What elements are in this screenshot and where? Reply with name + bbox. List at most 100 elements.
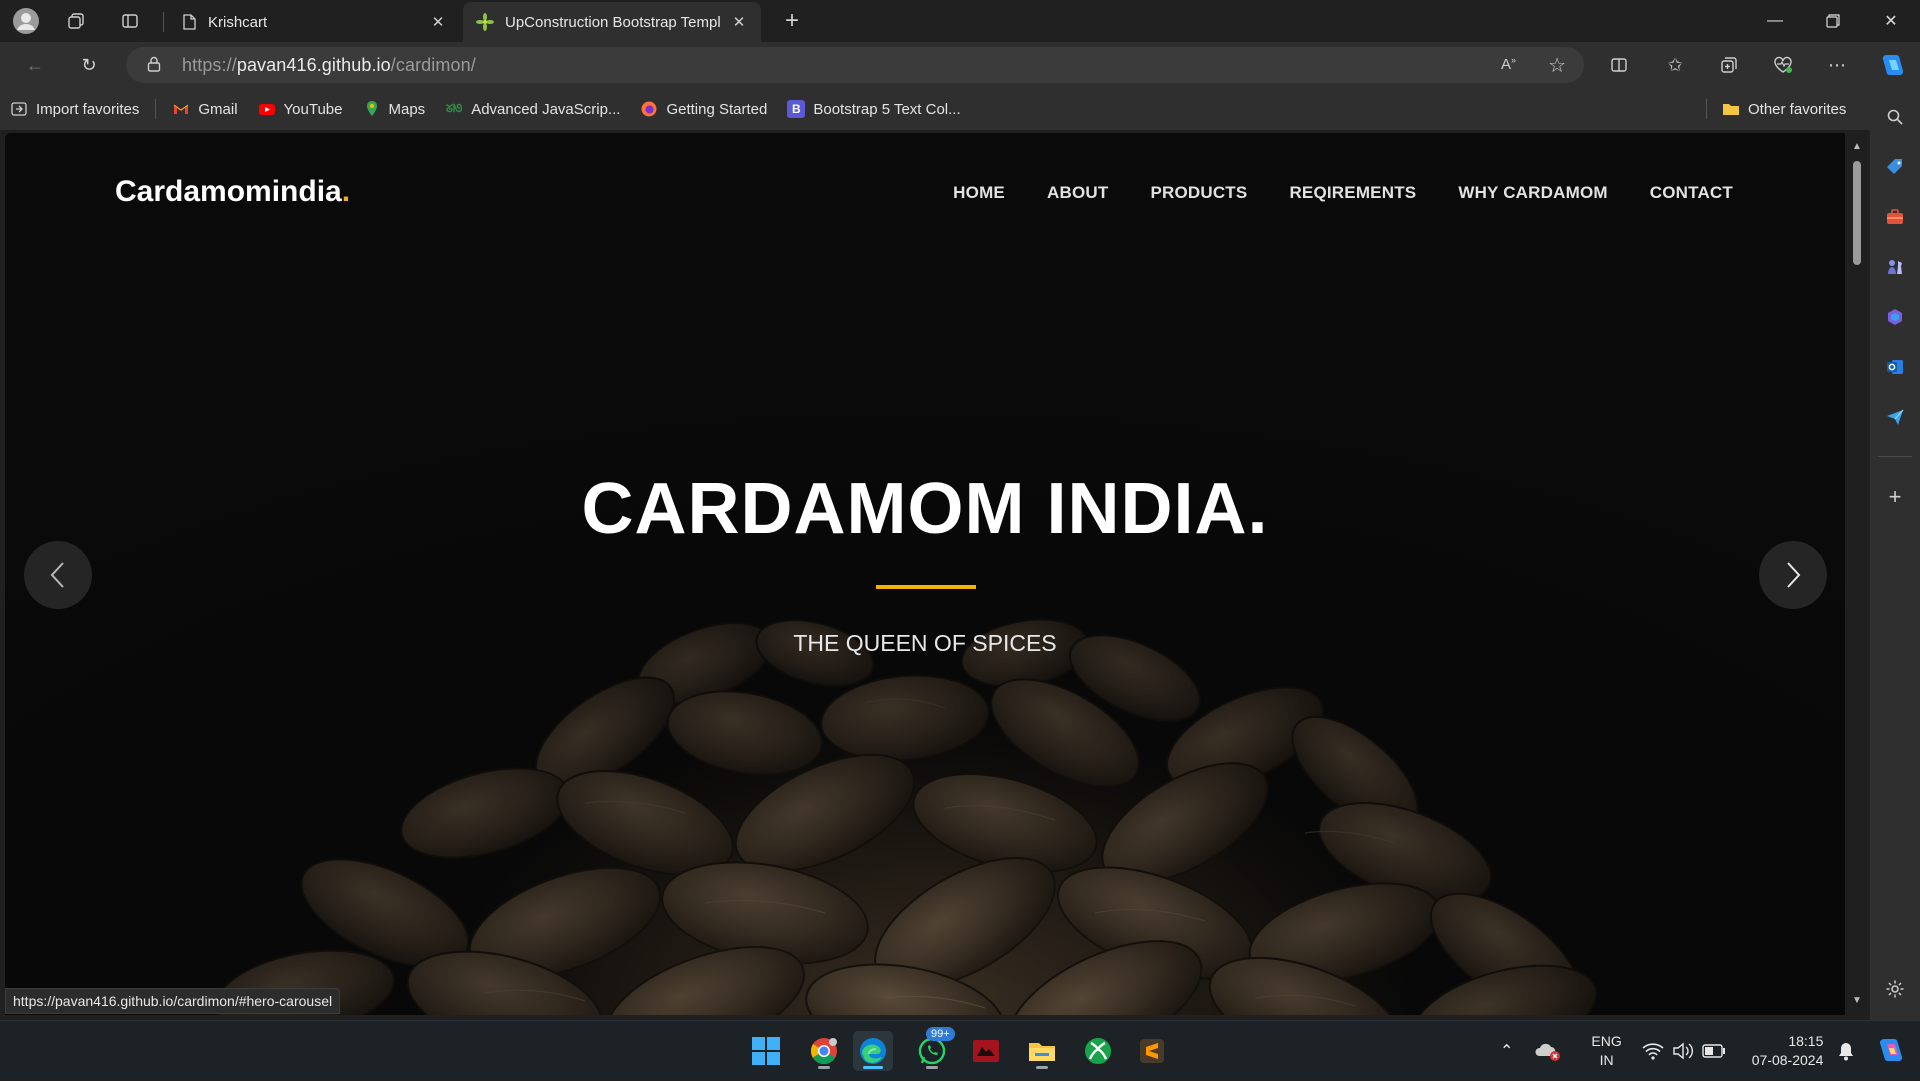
taskbar-edge[interactable] (853, 1031, 893, 1071)
scroll-thumb[interactable] (1853, 161, 1861, 265)
back-button[interactable]: ← (18, 50, 52, 80)
favorite-youtube[interactable]: YouTube (248, 94, 353, 124)
sidebar-add-button[interactable]: + (1880, 482, 1910, 512)
carousel-prev-button[interactable] (24, 541, 92, 609)
heart-pulse-icon (1774, 56, 1792, 73)
favorite-bootstrap-text-colors[interactable]: B Bootstrap 5 Text Col... (777, 94, 970, 124)
sidebar-microsoft365-button[interactable] (1880, 302, 1910, 332)
favorite-label: YouTube (283, 100, 343, 118)
vertical-tabs-icon (122, 14, 138, 28)
scroll-up-icon[interactable]: ▲ (1851, 141, 1863, 153)
url-text[interactable]: https://pavan416.github.io/cardimon/ (182, 55, 476, 76)
page-viewport: Cardamomindia. HOME ABOUT PRODUCTS REQIR… (5, 133, 1845, 1015)
nav-products[interactable]: PRODUCTS (1150, 183, 1247, 203)
page-scrollbar[interactable]: ▲ ▼ (1846, 133, 1868, 1015)
clock-date: 07-08-2024 (1751, 1052, 1824, 1068)
other-favorites-folder[interactable]: Other favorites (1712, 94, 1856, 124)
nav-requirements[interactable]: REQIREMENTS (1289, 183, 1416, 203)
running-indicator (818, 1066, 830, 1069)
xbox-icon (1085, 1038, 1111, 1064)
close-icon: ✕ (1884, 13, 1898, 30)
nav-contact[interactable]: CONTACT (1650, 183, 1733, 203)
sidebar-settings-button[interactable] (1880, 974, 1910, 1004)
taskbar-file-explorer[interactable] (1022, 1031, 1062, 1071)
taskbar-chrome[interactable] (804, 1031, 844, 1071)
input-language[interactable]: ENG IN (1591, 1032, 1621, 1070)
url-scheme: https:// (182, 54, 237, 75)
copilot-icon[interactable] (1875, 1036, 1905, 1066)
tab-actions-button[interactable] (114, 6, 146, 36)
chrome-icon (810, 1038, 837, 1065)
firefox-icon (641, 101, 657, 117)
favorites-icon: ✩ (1667, 54, 1683, 75)
favorite-gmail[interactable]: Gmail (162, 94, 247, 124)
hero-divider (876, 585, 976, 589)
tab-upconstruction[interactable]: UpConstruction Bootstrap Templ ✕ (463, 2, 761, 42)
active-indicator (863, 1066, 883, 1069)
taskbar-app[interactable] (966, 1031, 1006, 1071)
sidebar-shopping-button[interactable] (1880, 152, 1910, 182)
nav-about[interactable]: ABOUT (1047, 183, 1108, 203)
battery-icon[interactable] (1702, 1044, 1726, 1058)
copilot-button[interactable] (1875, 50, 1909, 80)
start-button[interactable] (746, 1031, 786, 1071)
plus-icon: + (784, 7, 799, 34)
sidebar-search-button[interactable] (1880, 102, 1910, 132)
site-logo[interactable]: Cardamomindia. (115, 175, 350, 209)
onedrive-icon[interactable] (1535, 1040, 1561, 1062)
close-icon[interactable]: ✕ (428, 13, 448, 31)
volume-icon[interactable] (1672, 1042, 1694, 1060)
more-options-button[interactable]: ⋯ (1820, 50, 1854, 80)
scroll-down-icon[interactable]: ▼ (1851, 995, 1863, 1007)
carousel-next-button[interactable] (1759, 541, 1827, 609)
show-hidden-icons-button[interactable]: ⌃ (1500, 1041, 1513, 1061)
taskbar-xbox[interactable] (1078, 1031, 1118, 1071)
favorite-maps[interactable]: Maps (353, 94, 436, 124)
windows-taskbar: 99+ ⌃ ENG IN 18:15 07-08-2024 (0, 1020, 1920, 1080)
sidebar-tools-button[interactable] (1880, 202, 1910, 232)
close-icon[interactable]: ✕ (729, 13, 749, 31)
close-window-button[interactable]: ✕ (1862, 0, 1920, 42)
workspaces-icon (68, 13, 84, 29)
nav-why-cardamom[interactable]: WHY CARDAMOM (1458, 183, 1607, 203)
browser-essentials-button[interactable] (1766, 50, 1800, 80)
sidebar-separator (1878, 456, 1912, 457)
tab-title: Krishcart (208, 13, 268, 31)
tab-krishcart[interactable]: Krishcart ✕ (168, 2, 460, 42)
minimize-button[interactable]: — (1746, 0, 1804, 42)
lock-icon[interactable] (134, 56, 174, 75)
restore-button[interactable] (1804, 0, 1862, 42)
split-screen-button[interactable] (1602, 50, 1636, 80)
read-aloud-icon[interactable]: A» (1501, 55, 1516, 73)
profile-avatar[interactable] (10, 6, 42, 36)
new-tab-button[interactable]: + (776, 6, 808, 36)
favorites-separator (1706, 99, 1707, 119)
favorite-getting-started[interactable]: Getting Started (630, 94, 777, 124)
favorite-star-icon[interactable]: ☆ (1548, 53, 1566, 78)
clock[interactable]: 18:15 07-08-2024 (1752, 1032, 1824, 1070)
main-nav: HOME ABOUT PRODUCTS REQIREMENTS WHY CARD… (953, 183, 1733, 203)
favorite-advanced-javascript[interactable]: ᘜᘚ Advanced JavaScrip... (435, 94, 630, 124)
sidebar-drop-button[interactable] (1880, 402, 1910, 432)
favorite-label: Import favorites (36, 100, 140, 118)
favorite-label: Gmail (198, 100, 238, 118)
collections-button[interactable] (1712, 50, 1746, 80)
sidebar-outlook-button[interactable] (1880, 352, 1910, 382)
import-icon (11, 102, 27, 116)
nav-home[interactable]: HOME (953, 183, 1005, 203)
taskbar-whatsapp[interactable]: 99+ (912, 1027, 955, 1071)
tag-icon (1887, 159, 1902, 174)
page-icon (183, 14, 196, 30)
notification-bell-icon[interactable] (1837, 1041, 1855, 1061)
chevron-right-icon (1787, 562, 1801, 588)
sidebar-games-button[interactable] (1880, 252, 1910, 282)
browser-toolbar: ← ↻ https://pavan416.github.io/cardimon/… (0, 42, 1920, 88)
favorite-import[interactable]: Import favorites (0, 94, 149, 124)
taskbar-sublime-text[interactable] (1132, 1031, 1172, 1071)
refresh-button[interactable]: ↻ (72, 50, 106, 80)
wifi-icon[interactable] (1642, 1042, 1664, 1060)
favorites-button[interactable]: ✩ (1658, 50, 1692, 80)
address-bar[interactable]: https://pavan416.github.io/cardimon/ A» … (126, 47, 1584, 83)
workspaces-button[interactable] (60, 6, 92, 36)
favorite-label: Bootstrap 5 Text Col... (813, 100, 961, 118)
